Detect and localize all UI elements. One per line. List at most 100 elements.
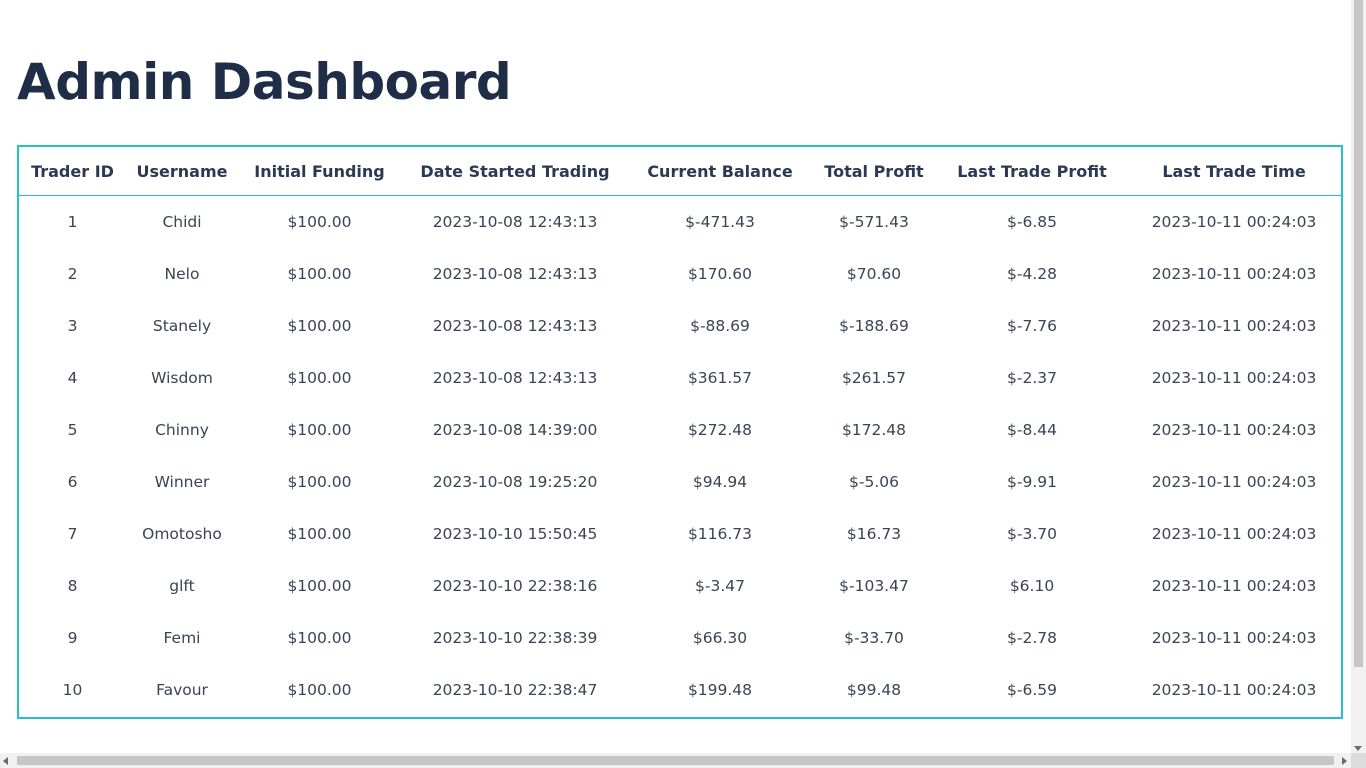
column-header-total-profit: Total Profit: [811, 147, 937, 196]
cell-trader-id: 7: [67, 525, 78, 543]
cell-last-trade-profit: $-3.70: [1007, 525, 1057, 543]
vertical-scrollbar-thumb[interactable]: [1354, 0, 1363, 667]
cell-last-trade-time: 2023-10-11 00:24:03: [1151, 213, 1317, 231]
horizontal-scrollbar[interactable]: [0, 753, 1351, 768]
cell-last-trade-profit: $-7.76: [1007, 317, 1057, 335]
cell-total-profit: $172.48: [841, 421, 907, 439]
cell-last-trade-time: 2023-10-11 00:24:03: [1151, 681, 1317, 699]
cell-total-profit: $-188.69: [839, 317, 909, 335]
table-row: 4 Wisdom $100.00 2023-10-08 12:43:13 $36…: [19, 352, 1341, 404]
cell-trader-id: 8: [67, 577, 78, 595]
table-row: 5 Chinny $100.00 2023-10-08 14:39:00 $27…: [19, 404, 1341, 456]
cell-current-balance: $272.48: [687, 421, 753, 439]
table-header: Trader ID Username Initial Funding Date …: [19, 147, 1341, 196]
cell-date-started-trading: 2023-10-10 22:38:16: [432, 577, 598, 595]
cell-initial-funding: $100.00: [287, 473, 352, 491]
cell-last-trade-profit: $-2.37: [1007, 369, 1057, 387]
cell-last-trade-profit: $-9.91: [1007, 473, 1057, 491]
table-row: 9 Femi $100.00 2023-10-10 22:38:39 $66.3…: [19, 612, 1341, 664]
cell-current-balance: $170.60: [687, 265, 753, 283]
cell-username: Chinny: [155, 421, 209, 439]
cell-last-trade-time: 2023-10-11 00:24:03: [1151, 265, 1317, 283]
column-header-username: Username: [126, 147, 238, 196]
cell-last-trade-profit: $-6.85: [1007, 213, 1057, 231]
column-header-last-trade-profit: Last Trade Profit: [937, 147, 1127, 196]
cell-last-trade-time: 2023-10-11 00:24:03: [1151, 629, 1317, 647]
scroll-right-arrow-icon[interactable]: [1342, 757, 1347, 765]
cell-date-started-trading: 2023-10-10 15:50:45: [432, 525, 598, 543]
table-row: 2 Nelo $100.00 2023-10-08 12:43:13 $170.…: [19, 248, 1341, 300]
cell-trader-id: 4: [67, 369, 78, 387]
column-header-last-trade-time: Last Trade Time: [1127, 147, 1341, 196]
table-row: 1 Chidi $100.00 2023-10-08 12:43:13 $-47…: [19, 196, 1341, 249]
cell-last-trade-profit: $-8.44: [1007, 421, 1057, 439]
cell-total-profit: $261.57: [841, 369, 907, 387]
cell-total-profit: $99.48: [846, 681, 902, 699]
cell-trader-id: 3: [67, 317, 78, 335]
cell-date-started-trading: 2023-10-08 19:25:20: [432, 473, 598, 491]
cell-date-started-trading: 2023-10-08 12:43:13: [432, 265, 598, 283]
table-body: 1 Chidi $100.00 2023-10-08 12:43:13 $-47…: [19, 196, 1341, 717]
cell-initial-funding: $100.00: [287, 317, 352, 335]
cell-last-trade-profit: $6.10: [1009, 577, 1055, 595]
cell-date-started-trading: 2023-10-10 22:38:39: [432, 629, 598, 647]
table-row: 10 Favour $100.00 2023-10-10 22:38:47 $1…: [19, 664, 1341, 716]
cell-username: Stanely: [152, 317, 212, 335]
cell-initial-funding: $100.00: [287, 421, 352, 439]
cell-trader-id: 1: [67, 213, 78, 231]
cell-last-trade-time: 2023-10-11 00:24:03: [1151, 317, 1317, 335]
column-header-initial-funding: Initial Funding: [238, 147, 401, 196]
cell-username: Femi: [163, 629, 201, 647]
cell-current-balance: $-88.69: [690, 317, 750, 335]
table-row: 8 glft $100.00 2023-10-10 22:38:16 $-3.4…: [19, 560, 1341, 612]
cell-username: Nelo: [164, 265, 200, 283]
cell-total-profit: $-33.70: [844, 629, 904, 647]
vertical-scrollbar[interactable]: [1351, 0, 1366, 753]
cell-total-profit: $-5.06: [849, 473, 899, 491]
cell-trader-id: 9: [67, 629, 78, 647]
cell-username: Winner: [154, 473, 210, 491]
cell-last-trade-time: 2023-10-11 00:24:03: [1151, 421, 1317, 439]
cell-last-trade-profit: $-2.78: [1007, 629, 1057, 647]
cell-initial-funding: $100.00: [287, 213, 352, 231]
cell-current-balance: $66.30: [692, 629, 748, 647]
cell-initial-funding: $100.00: [287, 369, 352, 387]
table-header-row: Trader ID Username Initial Funding Date …: [19, 147, 1341, 196]
cell-date-started-trading: 2023-10-08 12:43:13: [432, 213, 598, 231]
scroll-left-arrow-icon[interactable]: [3, 757, 8, 765]
cell-initial-funding: $100.00: [287, 265, 352, 283]
table-row: 6 Winner $100.00 2023-10-08 19:25:20 $94…: [19, 456, 1341, 508]
cell-username: glft: [169, 577, 195, 595]
traders-table: Trader ID Username Initial Funding Date …: [19, 147, 1341, 716]
cell-current-balance: $-471.43: [685, 213, 755, 231]
cell-trader-id: 5: [67, 421, 78, 439]
cell-current-balance: $94.94: [692, 473, 748, 491]
cell-initial-funding: $100.00: [287, 525, 352, 543]
cell-last-trade-profit: $-6.59: [1007, 681, 1057, 699]
cell-current-balance: $199.48: [687, 681, 753, 699]
scrollbar-corner: [1351, 753, 1366, 768]
horizontal-scrollbar-thumb[interactable]: [17, 756, 1334, 765]
column-header-date-started-trading: Date Started Trading: [401, 147, 629, 196]
cell-total-profit: $-571.43: [839, 213, 909, 231]
cell-last-trade-time: 2023-10-11 00:24:03: [1151, 525, 1317, 543]
cell-total-profit: $-103.47: [839, 577, 909, 595]
cell-current-balance: $-3.47: [695, 577, 745, 595]
cell-trader-id: 10: [62, 681, 83, 699]
scroll-down-arrow-icon[interactable]: [1354, 746, 1362, 751]
cell-current-balance: $116.73: [687, 525, 753, 543]
cell-initial-funding: $100.00: [287, 629, 352, 647]
table-row: 7 Omotosho $100.00 2023-10-10 15:50:45 $…: [19, 508, 1341, 560]
cell-initial-funding: $100.00: [287, 681, 352, 699]
column-header-current-balance: Current Balance: [629, 147, 811, 196]
cell-username: Omotosho: [142, 525, 222, 543]
cell-date-started-trading: 2023-10-08 14:39:00: [432, 421, 598, 439]
cell-username: Chidi: [162, 213, 202, 231]
admin-dashboard-page: Admin Dashboard Trader ID Username Initi…: [0, 0, 1366, 768]
cell-username: Wisdom: [151, 369, 213, 387]
cell-trader-id: 6: [67, 473, 78, 491]
cell-last-trade-time: 2023-10-11 00:24:03: [1151, 473, 1317, 491]
cell-total-profit: $16.73: [846, 525, 902, 543]
cell-date-started-trading: 2023-10-10 22:38:47: [432, 681, 598, 699]
cell-username: Favour: [156, 681, 208, 699]
